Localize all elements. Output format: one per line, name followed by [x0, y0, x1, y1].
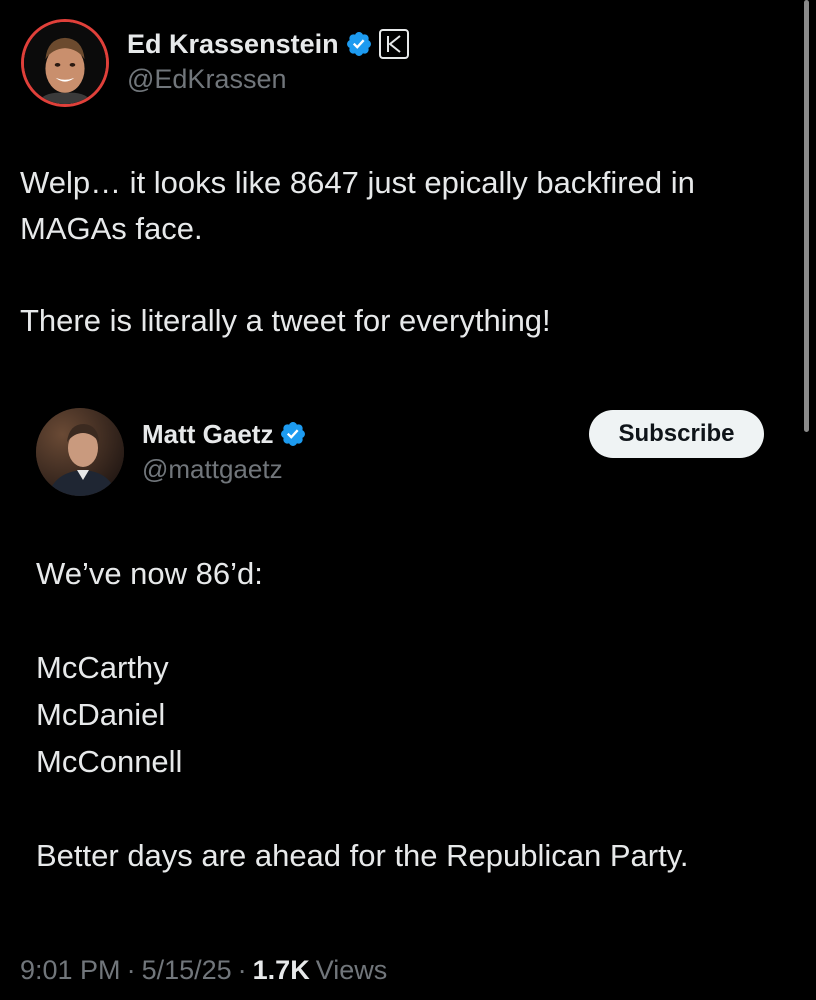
quoted-author-avatar[interactable] — [36, 408, 124, 496]
author-name[interactable]: Ed Krassenstein — [127, 29, 339, 60]
quoted-author-name[interactable]: Matt Gaetz — [142, 419, 273, 450]
subscribe-button[interactable]: Subscribe — [589, 410, 764, 458]
quoted-tweet-text: We’ve now 86’d: McCarthy McDaniel McConn… — [36, 550, 796, 879]
quoted-tweet-line: McConnell — [36, 744, 183, 779]
scrollbar[interactable] — [804, 0, 809, 432]
meta-separator: · — [126, 954, 136, 985]
k-affiliate-icon — [386, 35, 401, 53]
quoted-tweet-line: We’ve now 86’d: — [36, 556, 263, 591]
tweet-line: Welp… it looks like 8647 just epically b… — [20, 165, 695, 200]
tweet-time[interactable]: 9:01 PM — [20, 955, 121, 986]
quoted-author-name-row: Matt Gaetz — [142, 416, 307, 452]
verified-badge-icon[interactable] — [345, 30, 373, 58]
author-avatar-image — [24, 22, 106, 104]
tweet-line: There is literally a tweet for everythin… — [20, 303, 551, 338]
quoted-tweet-line: Better days are ahead for the Republican… — [36, 838, 689, 873]
quoted-author-handle[interactable]: @mattgaetz — [142, 454, 283, 485]
affiliate-badge[interactable] — [378, 29, 409, 59]
views-count: 1.7K — [252, 954, 310, 985]
views-label: Views — [315, 954, 388, 985]
tweet-meta: 9:01 PM · 5/15/25 · 1.7K Views — [20, 950, 387, 990]
author-handle[interactable]: @EdKrassen — [127, 64, 286, 95]
quoted-tweet-line: McDaniel — [36, 697, 166, 732]
quoted-author-avatar-image — [36, 408, 124, 496]
author-avatar[interactable] — [21, 19, 109, 107]
tweet-text: Welp… it looks like 8647 just epically b… — [20, 160, 800, 344]
author-name-row: Ed Krassenstein — [127, 26, 409, 62]
verified-badge-icon[interactable] — [279, 420, 307, 448]
tweet-line: MAGAs face. — [20, 211, 203, 246]
quoted-tweet-line: McCarthy — [36, 650, 169, 685]
meta-separator: · — [237, 954, 247, 985]
tweet-date[interactable]: 5/15/25 — [142, 955, 232, 986]
